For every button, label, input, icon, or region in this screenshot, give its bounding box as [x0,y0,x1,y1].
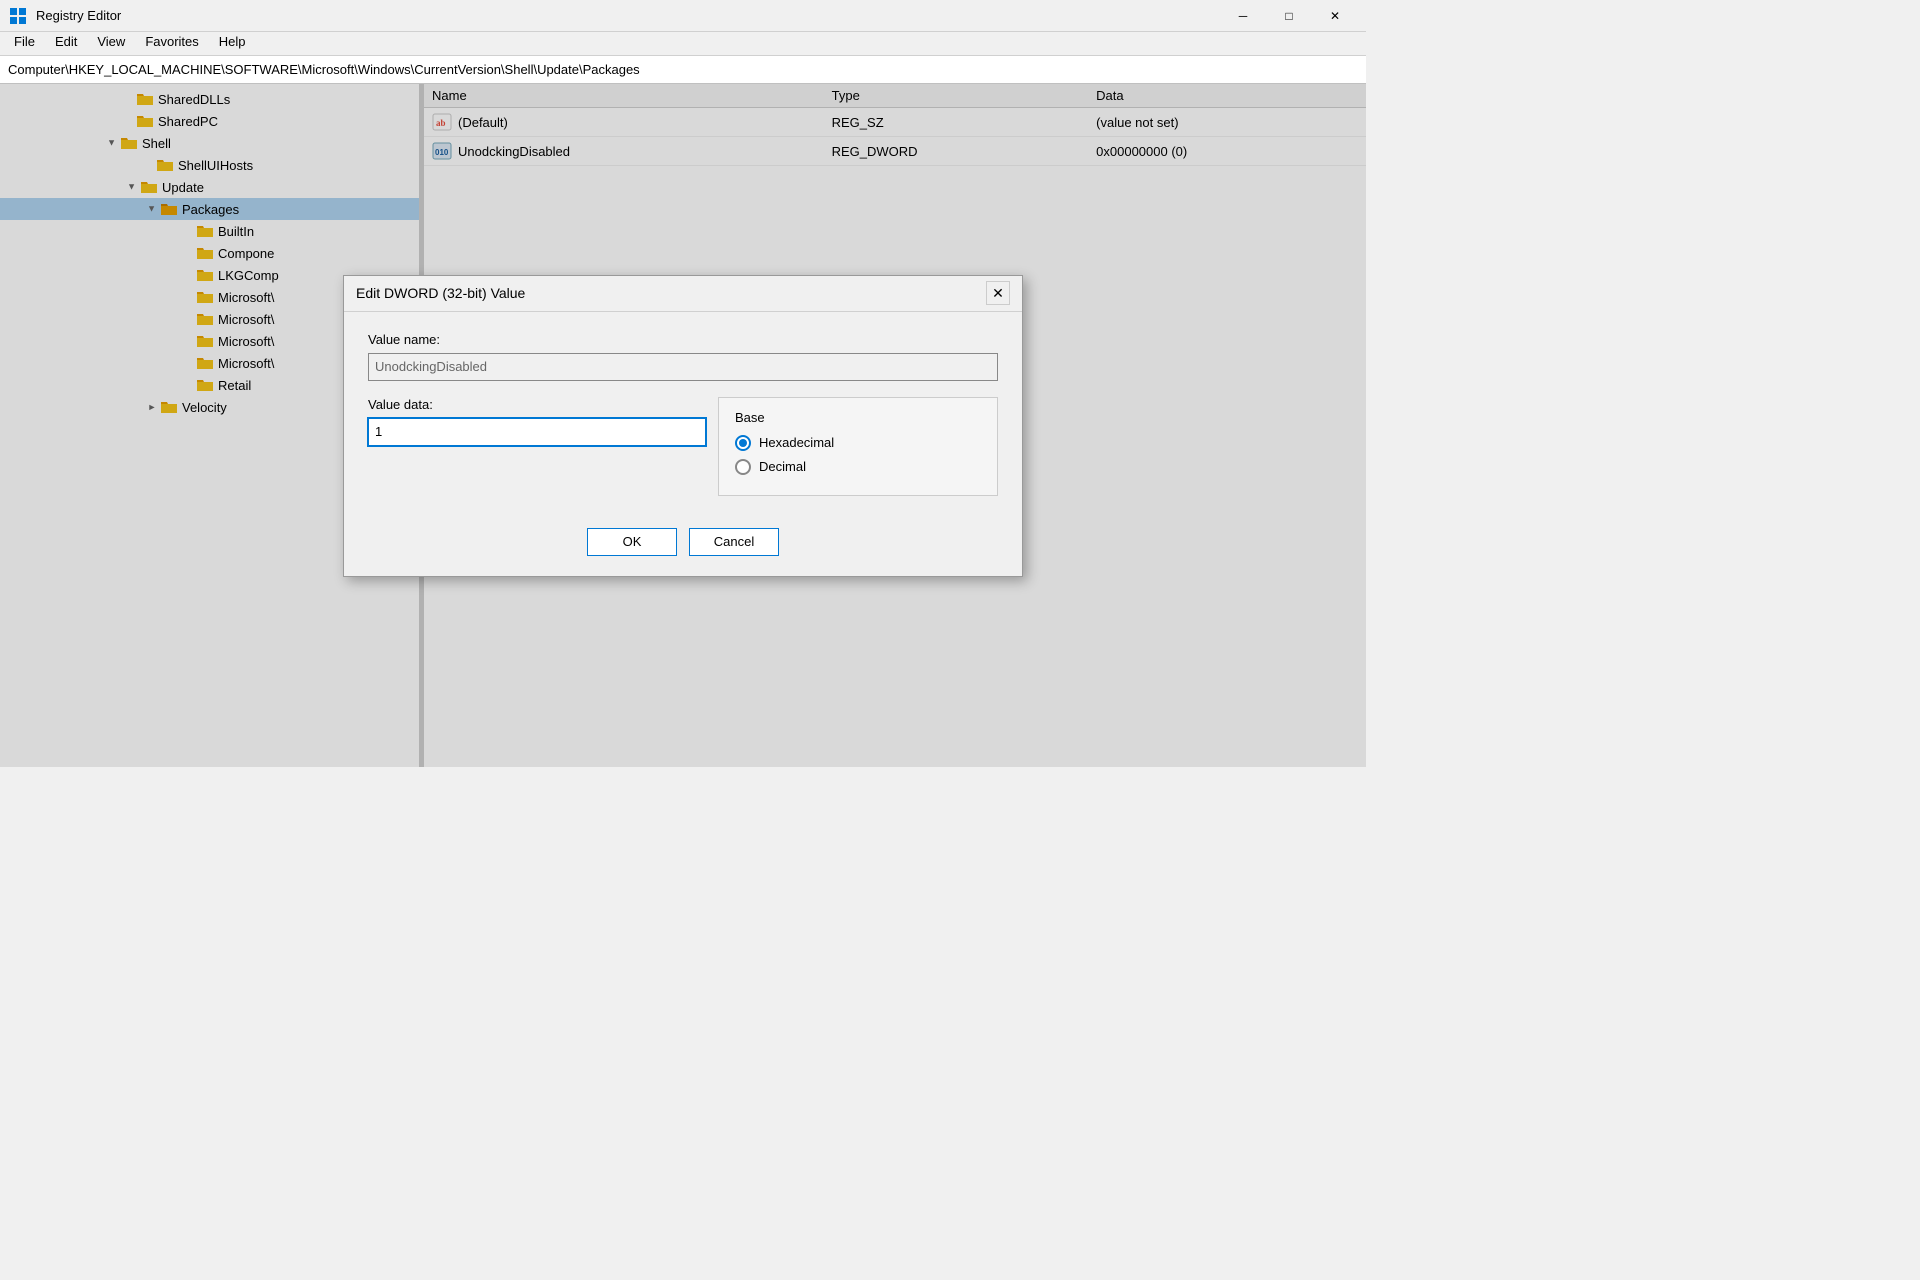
dialog-close-button[interactable]: ✕ [986,281,1010,305]
value-base-row: Value data: Base Hexadecimal Decimal [368,397,998,496]
value-data-input[interactable] [368,418,706,446]
maximize-button[interactable]: □ [1266,0,1312,32]
radio-hexadecimal[interactable]: Hexadecimal [735,435,981,451]
dialog-title-bar: Edit DWORD (32-bit) Value ✕ [344,276,1022,312]
value-data-label: Value data: [368,397,706,412]
radio-decimal-circle [735,459,751,475]
menu-edit[interactable]: Edit [45,32,87,55]
base-section: Base Hexadecimal Decimal [718,397,998,496]
title-bar: Registry Editor ─ □ ✕ [0,0,1366,32]
cancel-button[interactable]: Cancel [689,528,779,556]
base-label: Base [735,410,981,425]
dialog-title: Edit DWORD (32-bit) Value [356,285,525,301]
radio-decimal-label: Decimal [759,459,806,474]
main-content: SharedDLLs SharedPC ► Shell [0,84,1366,767]
dialog-buttons: OK Cancel [344,516,1022,576]
window-controls: ─ □ ✕ [1220,0,1358,32]
minimize-button[interactable]: ─ [1220,0,1266,32]
radio-decimal[interactable]: Decimal [735,459,981,475]
dialog-body: Value name: Value data: Base Hexadecimal [344,312,1022,516]
menu-file[interactable]: File [4,32,45,55]
address-path: Computer\HKEY_LOCAL_MACHINE\SOFTWARE\Mic… [8,62,640,77]
menu-favorites[interactable]: Favorites [135,32,208,55]
menu-view[interactable]: View [87,32,135,55]
window-title: Registry Editor [36,8,1220,23]
menu-help[interactable]: Help [209,32,256,55]
edit-dword-dialog: Edit DWORD (32-bit) Value ✕ Value name: … [343,275,1023,577]
menu-bar: File Edit View Favorites Help [0,32,1366,56]
app-icon [8,6,28,26]
ok-button[interactable]: OK [587,528,677,556]
value-name-input[interactable] [368,353,998,381]
radio-hexadecimal-label: Hexadecimal [759,435,834,450]
radio-hexadecimal-circle [735,435,751,451]
address-bar: Computer\HKEY_LOCAL_MACHINE\SOFTWARE\Mic… [0,56,1366,84]
modal-overlay: Edit DWORD (32-bit) Value ✕ Value name: … [0,84,1366,767]
value-name-label: Value name: [368,332,998,347]
close-button[interactable]: ✕ [1312,0,1358,32]
value-data-section: Value data: [368,397,706,446]
